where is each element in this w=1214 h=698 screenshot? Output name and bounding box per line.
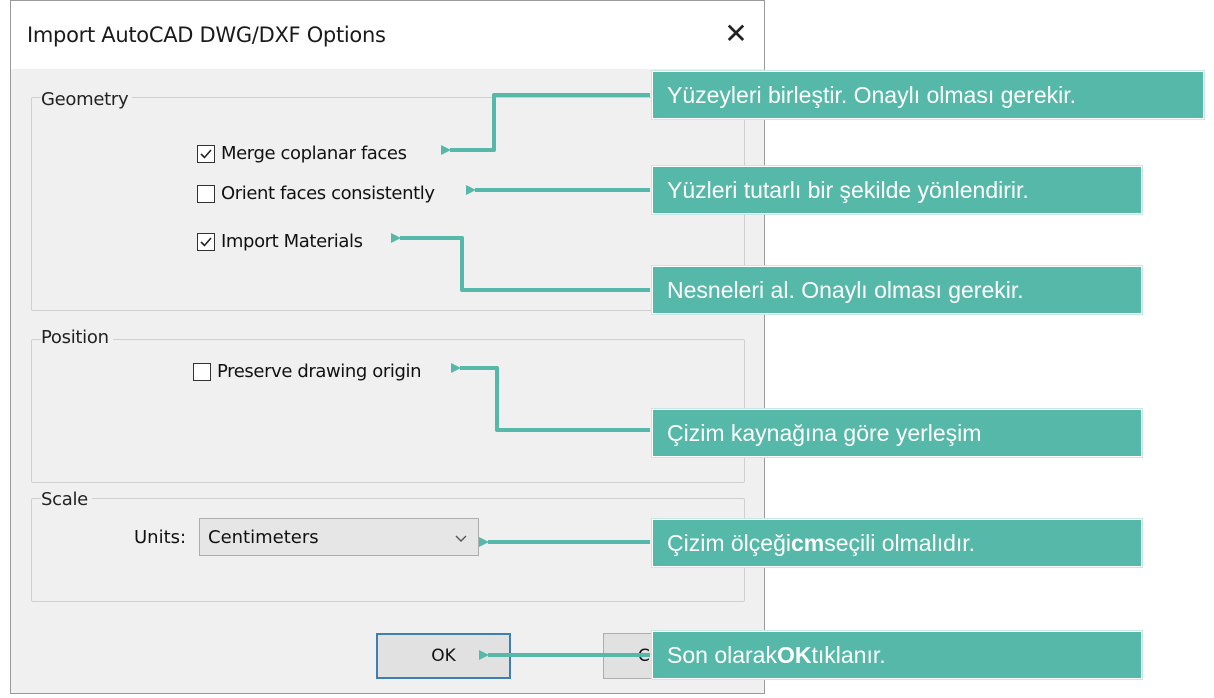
arrow-materials [391, 233, 650, 292]
callout-ok-post: tıklanır. [811, 641, 886, 668]
callout-scale-pre: Çizim ölçeği [667, 529, 791, 556]
callout-merge: Yüzeyleri birleştir. Onaylı olması gerek… [652, 71, 1204, 119]
callout-scale-bold: cm [790, 529, 825, 556]
callout-scale: Çizim ölçeği cm seçili olmalıdır. [652, 519, 1142, 567]
callout-ok-bold: OK [776, 641, 812, 668]
callout-orient: Yüzleri tutarlı bir şekilde yönlendirir. [652, 166, 1142, 214]
callout-origin: Çizim kaynağına göre yerleşim [652, 409, 1142, 457]
callout-materials: Nesneleri al. Onaylı olması gerekir. [652, 266, 1142, 314]
callout-orient-text: Yüzleri tutarlı bir şekilde yönlendirir. [667, 176, 1029, 203]
callout-materials-text: Nesneleri al. Onaylı olması gerekir. [667, 276, 1024, 303]
callout-scale-post: seçili olmalıdır. [824, 529, 976, 556]
arrow-merge [441, 93, 650, 155]
callout-merge-text: Yüzeyleri birleştir. Onaylı olması gerek… [667, 81, 1077, 108]
callout-ok: Son olarak OK tıklanır. [652, 631, 1142, 679]
callout-origin-text: Çizim kaynağına göre yerleşim [667, 419, 982, 446]
arrow-origin [451, 363, 650, 432]
callout-ok-pre: Son olarak [667, 641, 777, 668]
